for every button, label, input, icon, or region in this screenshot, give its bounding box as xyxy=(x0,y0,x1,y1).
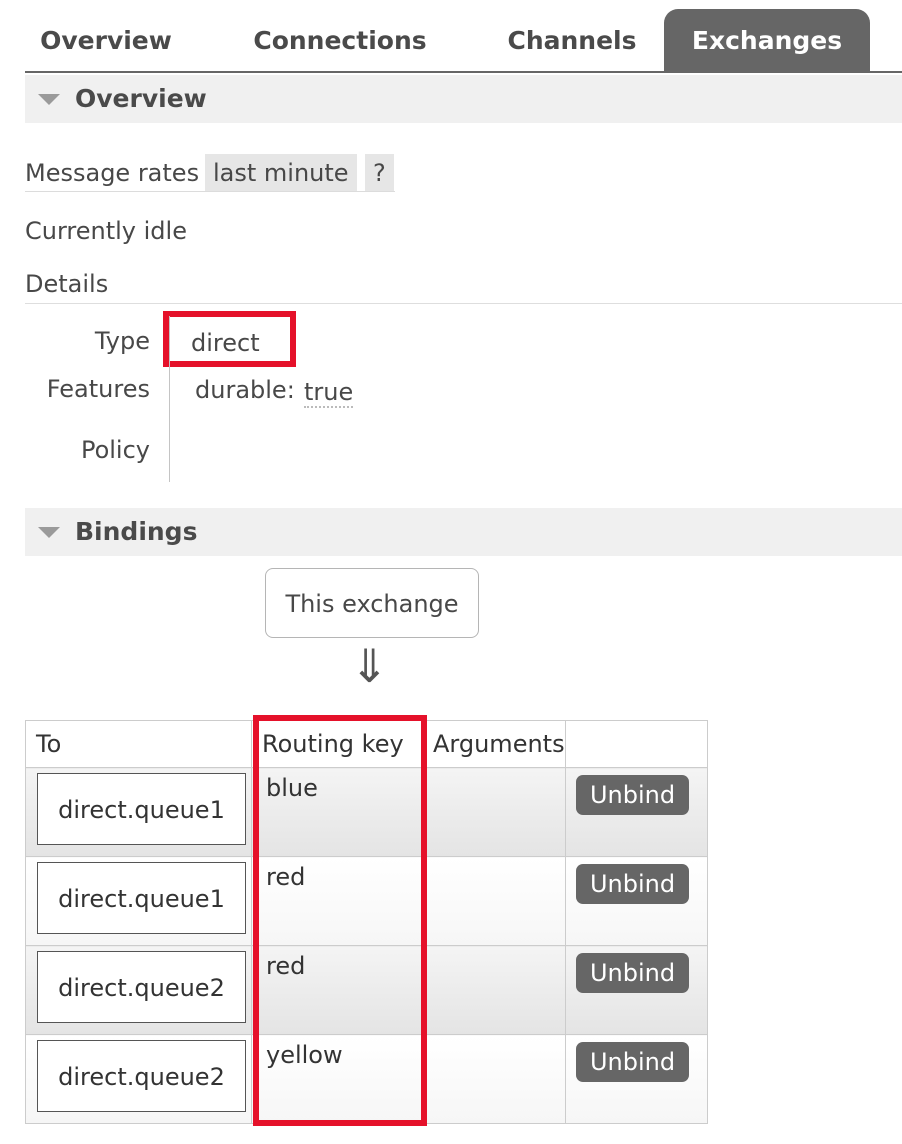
features-label: Features xyxy=(46,375,150,403)
collapse-triangle-icon xyxy=(38,94,60,105)
action-cell: Unbind xyxy=(565,856,708,946)
arguments-cell xyxy=(422,945,566,1035)
bindings-section-header[interactable]: Bindings xyxy=(25,508,902,556)
message-rates-help[interactable]: ? xyxy=(365,154,394,192)
type-label: Type xyxy=(94,327,150,355)
unbind-button[interactable]: Unbind xyxy=(576,775,689,815)
type-value: direct xyxy=(191,329,260,357)
feature-durable-key: durable: xyxy=(195,376,295,404)
feature-durable-value: true xyxy=(304,378,354,408)
column-header-to: To xyxy=(25,720,252,768)
rates-underline xyxy=(25,191,395,192)
queue-link[interactable]: direct.queue1 xyxy=(37,773,246,845)
details-divider xyxy=(25,303,902,304)
tabs-divider xyxy=(25,71,902,73)
queue-link[interactable]: direct.queue2 xyxy=(37,951,246,1023)
down-arrow-icon: ⇓ xyxy=(350,639,389,693)
unbind-button[interactable]: Unbind xyxy=(576,1042,689,1082)
policy-label: Policy xyxy=(80,436,150,464)
message-rates-range-toggle[interactable]: last minute xyxy=(205,154,357,192)
action-cell: Unbind xyxy=(565,767,708,857)
queue-link[interactable]: direct.queue1 xyxy=(37,862,246,934)
to-cell: direct.queue2 xyxy=(25,945,252,1035)
overview-section-header[interactable]: Overview xyxy=(25,75,902,123)
action-cell: Unbind xyxy=(565,1034,708,1124)
details-heading: Details xyxy=(25,270,109,298)
queue-link[interactable]: direct.queue2 xyxy=(37,1040,246,1112)
tab-exchanges[interactable]: Exchanges xyxy=(664,9,870,71)
column-header-actions xyxy=(565,720,708,768)
main-tabs: Overview Connections Channels Exchanges xyxy=(25,9,902,71)
details-vertical-divider xyxy=(169,316,170,482)
unbind-button[interactable]: Unbind xyxy=(576,953,689,993)
unbind-button[interactable]: Unbind xyxy=(576,864,689,904)
tab-overview[interactable]: Overview xyxy=(25,9,187,71)
this-exchange-box: This exchange xyxy=(265,568,479,638)
message-rates-label: Message rates xyxy=(25,159,200,187)
arguments-cell xyxy=(422,856,566,946)
to-cell: direct.queue1 xyxy=(25,767,252,857)
to-cell: direct.queue2 xyxy=(25,1034,252,1124)
column-header-arguments: Arguments xyxy=(422,720,566,768)
action-cell: Unbind xyxy=(565,945,708,1035)
arguments-cell xyxy=(422,767,566,857)
collapse-triangle-icon xyxy=(38,527,60,538)
arguments-cell xyxy=(422,1034,566,1124)
tab-channels[interactable]: Channels xyxy=(472,9,672,71)
to-cell: direct.queue1 xyxy=(25,856,252,946)
routing-key-highlight-box xyxy=(253,715,427,1126)
bindings-section-title: Bindings xyxy=(75,517,198,546)
tab-connections[interactable]: Connections xyxy=(221,9,459,71)
overview-section-title: Overview xyxy=(75,84,207,113)
idle-status: Currently idle xyxy=(25,217,187,245)
